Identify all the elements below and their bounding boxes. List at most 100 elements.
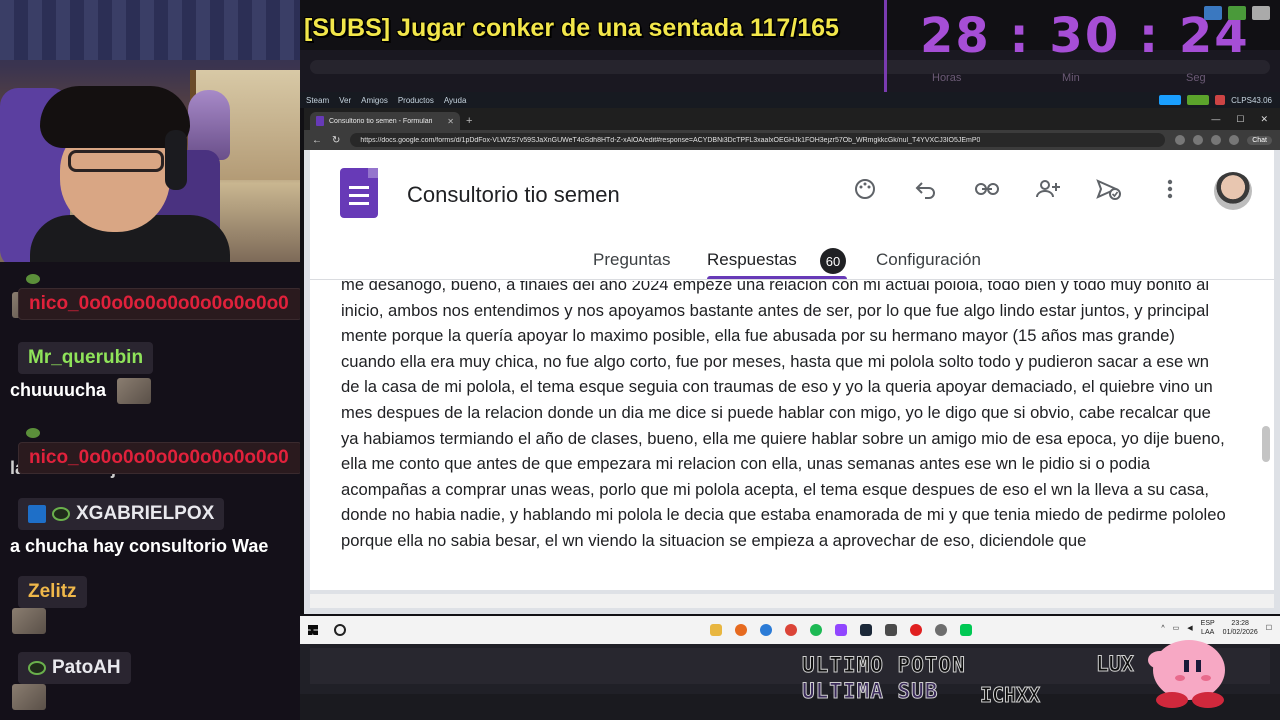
send-published-icon[interactable] bbox=[1094, 174, 1124, 204]
windows-start-icon[interactable] bbox=[308, 625, 318, 635]
form-tabs: Preguntas Respuestas 60 Configuración bbox=[310, 240, 1274, 280]
minimize-icon[interactable]: — bbox=[1211, 114, 1220, 125]
chat-username-text: Mr_querubin bbox=[28, 347, 144, 368]
response-text: me desahogo, bueno, a finales del año 20… bbox=[341, 281, 1226, 550]
notifications-icon[interactable]: ☐ bbox=[1266, 624, 1272, 633]
chat-username[interactable]: Mr_querubin bbox=[18, 342, 154, 374]
emote bbox=[117, 378, 151, 404]
url-field[interactable]: https://docs.google.com/forms/d/1pDdFox-… bbox=[350, 133, 1166, 147]
steam-avatar[interactable] bbox=[1215, 95, 1226, 105]
chrome-icon[interactable] bbox=[785, 624, 797, 636]
spotify-icon[interactable] bbox=[810, 624, 822, 636]
subathon-timer: 28 : 30 : 24 bbox=[920, 8, 1250, 64]
timer-label-minutes: Min bbox=[1062, 72, 1080, 84]
steam-icon[interactable] bbox=[860, 624, 872, 636]
address-bar-icons: Chat bbox=[1175, 135, 1272, 145]
goal-line-2: ULTIMA SUB bbox=[802, 679, 939, 704]
close-window-icon[interactable]: ✕ bbox=[1260, 114, 1268, 125]
stream-title: [SUBS] Jugar conker de una sentada 117/1… bbox=[304, 14, 839, 42]
chat-username[interactable]: Zelitz bbox=[18, 576, 87, 608]
browser-tab[interactable]: Consultorio tio semen - Formulari ✕ bbox=[310, 112, 460, 130]
address-bar-row: ← ↻ https://docs.google.com/forms/d/1pDd… bbox=[304, 130, 1280, 150]
background-taskbar-ghost bbox=[300, 694, 1280, 720]
chat-username-text: PatoAH bbox=[52, 657, 121, 678]
chat-username[interactable]: PatoAH bbox=[18, 652, 131, 684]
tab-respuestas[interactable]: Respuestas bbox=[707, 250, 797, 270]
more-options-icon[interactable] bbox=[1155, 174, 1185, 204]
close-tab-icon[interactable]: ✕ bbox=[447, 117, 454, 126]
webcam-feed bbox=[0, 0, 300, 262]
frog-badge-icon bbox=[26, 428, 40, 438]
tab-preguntas[interactable]: Preguntas bbox=[593, 250, 671, 270]
search-icon[interactable] bbox=[334, 624, 346, 636]
browser-tabstrip: Consultorio tio semen - Formulari ✕ + — … bbox=[304, 108, 1280, 130]
steam-menu-productos[interactable]: Productos bbox=[398, 96, 434, 105]
green-app-icon[interactable] bbox=[960, 624, 972, 636]
tray-icon bbox=[1204, 6, 1222, 20]
frog-badge-icon bbox=[52, 507, 70, 521]
partner-badge-icon bbox=[28, 505, 46, 523]
back-icon[interactable]: ← bbox=[312, 135, 322, 146]
emote bbox=[12, 608, 46, 634]
chat-message-text: chuuuucha bbox=[10, 380, 107, 400]
sub-goal-overlay: ULTIMO POTON ULTIMA SUB bbox=[802, 652, 966, 704]
browser-window: Consultorio tio semen - Formulari ✕ + — … bbox=[304, 108, 1280, 614]
zoom-icon[interactable] bbox=[1175, 135, 1186, 145]
steam-notification-icon[interactable] bbox=[1187, 95, 1210, 105]
profile-icon[interactable] bbox=[1229, 135, 1240, 145]
steam-broadcast-icon[interactable] bbox=[1159, 95, 1182, 105]
edge-icon[interactable] bbox=[760, 624, 772, 636]
goal-line-1: ULTIMO POTON bbox=[802, 653, 966, 678]
chat-username-text: XGABRIELPOX bbox=[76, 503, 215, 524]
windows-taskbar: ^ ▭ ◀ ESP LAA 23:28 01/02/2026 ☐ bbox=[300, 616, 1280, 644]
new-tab-button[interactable]: + bbox=[466, 115, 472, 127]
response-answer: me desahogo, bueno, a finales del año 20… bbox=[341, 281, 1231, 581]
twitch-icon[interactable] bbox=[835, 624, 847, 636]
google-forms-logo-icon[interactable] bbox=[340, 168, 378, 218]
google-forms-page: Consultorio tio semen Preguntas Respuest… bbox=[310, 150, 1274, 590]
chat-button[interactable]: Chat bbox=[1247, 135, 1272, 145]
account-avatar[interactable] bbox=[1214, 172, 1252, 210]
undo-icon[interactable] bbox=[911, 174, 941, 204]
overlay-divider bbox=[884, 0, 887, 92]
streamer-headset bbox=[165, 130, 187, 190]
steam-menu-ver[interactable]: Ver bbox=[339, 96, 351, 105]
record-icon[interactable] bbox=[910, 624, 922, 636]
extensions-icon[interactable] bbox=[1211, 135, 1222, 145]
chat-username[interactable]: nico_0o0o0o0o0o0o0o0o0o0 bbox=[18, 442, 300, 474]
timer-label-hours: Horas bbox=[932, 72, 962, 84]
form-header-actions bbox=[850, 174, 1185, 204]
obs-icon[interactable] bbox=[885, 624, 897, 636]
horizontal-scrollbar[interactable] bbox=[310, 594, 1274, 608]
steam-menu-ayuda[interactable]: Ayuda bbox=[444, 96, 467, 105]
url-text: https://docs.google.com/forms/d/1pDdFox-… bbox=[360, 136, 981, 144]
reload-icon[interactable]: ↻ bbox=[332, 135, 340, 146]
form-title[interactable]: Consultorio tio semen bbox=[407, 182, 637, 208]
vertical-scrollbar[interactable] bbox=[1262, 426, 1270, 462]
logo-line bbox=[349, 202, 369, 205]
palette-icon[interactable] bbox=[850, 174, 880, 204]
bookmark-star-icon[interactable] bbox=[1193, 135, 1204, 145]
app-icon[interactable] bbox=[935, 624, 947, 636]
chat-username[interactable]: XGABRIELPOX bbox=[18, 498, 225, 530]
chat-username[interactable]: nico_0o0o0o0o0o0o0o0o0o0 bbox=[18, 288, 300, 320]
tab-configuracion[interactable]: Configuración bbox=[876, 250, 981, 270]
maximize-icon[interactable]: ☐ bbox=[1236, 114, 1244, 125]
link-icon[interactable] bbox=[972, 174, 1002, 204]
logo-line bbox=[349, 194, 369, 197]
tray-icon bbox=[1252, 6, 1270, 20]
window-controls: — ☐ ✕ bbox=[1211, 114, 1280, 125]
add-collaborator-icon[interactable] bbox=[1033, 174, 1063, 204]
firefox-icon[interactable] bbox=[735, 624, 747, 636]
tab-title: Consultorio tio semen - Formulari bbox=[329, 117, 433, 125]
steam-menu-amigos[interactable]: Amigos bbox=[361, 96, 388, 105]
file-explorer-icon[interactable] bbox=[710, 624, 722, 636]
steam-menu-steam[interactable]: Steam bbox=[306, 96, 329, 105]
stream-frame: nico_0o0o0o0o0o0o0o0o0o0 Mr_querubin chu… bbox=[0, 0, 1280, 720]
chat-username-text: nico_0o0o0o0o0o0o0o0o0o0 bbox=[29, 447, 289, 468]
steam-menubar: Steam Ver Amigos Productos Ayuda CLPS43.… bbox=[300, 92, 1280, 108]
chat-message-text: a chucha hay consultorio Wae bbox=[10, 536, 269, 556]
google-forms-favicon-icon bbox=[316, 116, 324, 126]
lang-code: ESP bbox=[1200, 620, 1215, 627]
top-tray-icons bbox=[1204, 6, 1270, 20]
